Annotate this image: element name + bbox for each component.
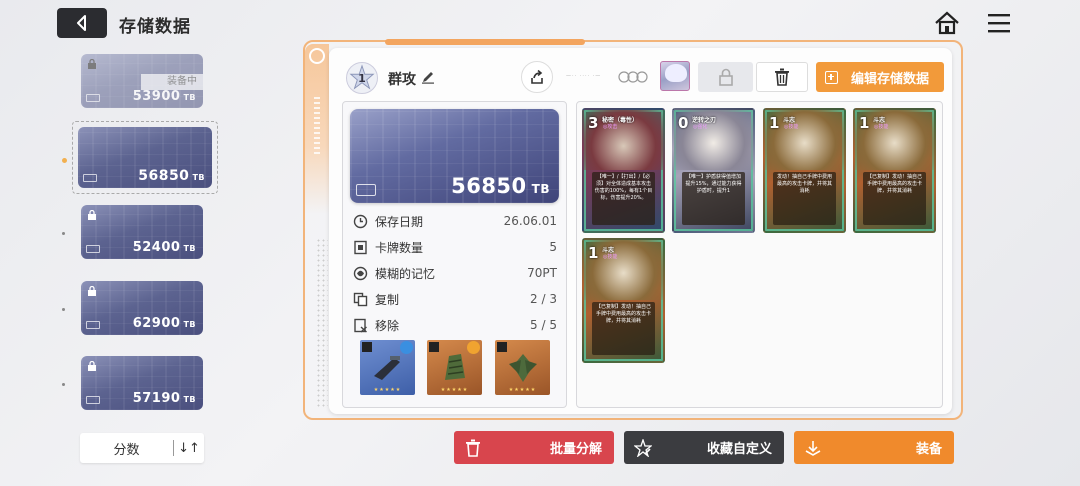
save-slot[interactable]: 57190 TB	[81, 356, 203, 410]
lock-icon	[718, 68, 733, 86]
equipment-weapon[interactable]: ★★★★★	[360, 340, 415, 395]
gear-icon	[309, 48, 325, 64]
save-slot[interactable]: 62900 TB	[81, 281, 203, 335]
slot-value: 52400 TB	[132, 240, 196, 255]
plus-icon	[825, 70, 838, 84]
deck-name: 群攻	[388, 72, 416, 88]
character-avatar[interactable]	[660, 61, 690, 91]
stat-remove: 移除 5 / 5	[353, 316, 557, 334]
share-button[interactable]	[521, 61, 553, 93]
stat-save-date: 保存日期 26.06.01	[353, 212, 557, 230]
chip-icon	[86, 321, 100, 329]
clock-icon	[353, 214, 368, 228]
sort-order-icon[interactable]: ↓↑	[174, 441, 204, 456]
save-slot[interactable]: 装备中 53900 TB	[81, 54, 203, 108]
trash-icon	[466, 439, 480, 457]
timeline-dot	[62, 232, 65, 235]
slot-value: 53900 TB	[132, 89, 196, 104]
lock-icon	[88, 59, 96, 69]
pencil-icon[interactable]	[421, 70, 435, 84]
card-item[interactable]: 1 斗志 ◎技能 【已复制】发动！抽自己手牌中费用最高的攻击卡牌，并将其消耗	[853, 108, 936, 233]
slot-value: 62900 TB	[132, 316, 196, 331]
deck-number-badge: 1	[346, 62, 378, 94]
lock-button[interactable]	[698, 62, 753, 92]
timeline-dot	[62, 383, 65, 386]
panel-side-strip	[305, 44, 329, 214]
card-item[interactable]: 3 秘密（毒性） ◎攻击 【唯一】/【打出】/【必须】对全体造成基本攻击伤害的1…	[582, 108, 665, 233]
equipment-accessory[interactable]: ★★★★★	[495, 340, 550, 395]
equipment-armor[interactable]: ★★★★★	[427, 340, 482, 395]
sort-button[interactable]: 分数 ↓↑	[80, 433, 204, 463]
back-button[interactable]	[57, 8, 107, 38]
memory-icon	[353, 266, 368, 280]
chip-icon	[356, 184, 376, 196]
dot-texture	[316, 238, 328, 408]
delete-button[interactable]	[756, 62, 808, 92]
rings-icon	[618, 71, 648, 83]
decorative-text: —·· ···· ·—	[566, 73, 602, 79]
card-count-icon	[354, 240, 367, 254]
back-arrow-icon	[77, 15, 86, 31]
chip-icon	[86, 245, 100, 253]
gun-icon	[374, 356, 400, 380]
save-slot[interactable]: 52400 TB	[81, 205, 203, 259]
batch-decompose-button[interactable]: 批量分解	[454, 431, 614, 464]
equipped-tag: 装备中	[141, 74, 203, 90]
share-icon	[531, 69, 543, 84]
sort-label: 分数	[113, 442, 140, 458]
timeline-dot	[62, 308, 65, 311]
page-title: 存储数据	[119, 17, 191, 37]
star-edit-icon	[634, 438, 652, 457]
stat-memory: 模糊的记忆 70PT	[353, 264, 557, 282]
equip-button[interactable]: 装备	[794, 431, 954, 464]
edit-save-label: 编辑存储数据	[851, 71, 930, 87]
favorite-custom-button[interactable]: 收藏自定义	[624, 431, 784, 464]
lock-icon	[88, 361, 96, 371]
capacity-banner: 56850 TB	[350, 109, 559, 203]
lock-icon	[88, 286, 96, 296]
gauntlet-icon	[445, 354, 465, 380]
leaf-icon	[509, 354, 537, 382]
home-icon[interactable]	[934, 11, 960, 35]
capacity-value: 56850 TB	[451, 174, 550, 198]
slot-value: 56850 TB	[138, 168, 205, 184]
timeline-dot-active	[62, 158, 67, 163]
trash-icon	[775, 68, 789, 86]
card-item[interactable]: 1 斗志 ◎技能 【已复制】发动！抽自己手牌中费用最高的攻击卡牌，并将其消耗	[582, 238, 665, 363]
card-item[interactable]: 1 斗志 ◎技能 发动！抽自己手牌中费用最高的攻击卡牌，并将其消耗	[763, 108, 846, 233]
menu-icon[interactable]	[988, 13, 1010, 33]
download-icon	[805, 440, 821, 456]
chip-icon	[86, 396, 100, 404]
slot-value: 57190 TB	[132, 391, 196, 406]
save-slot-selected[interactable]: 56850 TB	[78, 127, 212, 188]
stat-copy: 复制 2 / 3	[353, 290, 557, 308]
armor-slot-icon	[429, 342, 439, 352]
card-item[interactable]: 0 逆转之刃 ◎强化 【唯一】护盾获得值增加提升15%，通过能力获得护盾时，提升…	[672, 108, 755, 233]
edit-save-data-button[interactable]: 编辑存储数据	[816, 62, 944, 92]
lock-icon	[88, 210, 96, 220]
chip-icon	[83, 174, 97, 182]
chip-icon	[86, 94, 100, 102]
remove-icon	[354, 318, 367, 333]
copy-icon	[353, 292, 368, 306]
stat-card-count: 卡牌数量 5	[353, 238, 557, 256]
